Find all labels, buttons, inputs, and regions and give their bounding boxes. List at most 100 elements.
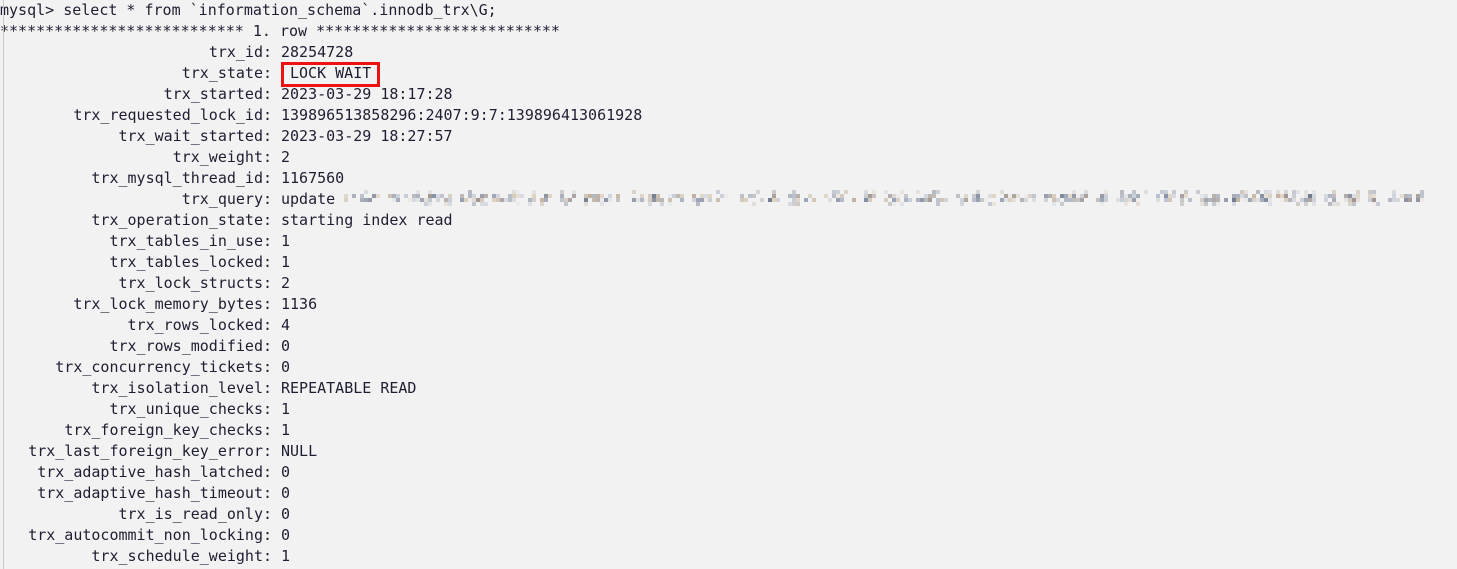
field-row-trx-adaptive-hash-latched: trx_adaptive_hash_latched: 0 bbox=[0, 462, 1457, 483]
field-label: trx_tables_in_use bbox=[109, 232, 263, 250]
field-colon: : bbox=[263, 274, 282, 292]
field-value: 0 bbox=[281, 337, 291, 355]
field-colon: : bbox=[263, 526, 282, 544]
field-row-trx-rows-locked: trx_rows_locked: 4 bbox=[0, 315, 1457, 336]
field-row-trx-query: trx_query: update bbox=[0, 189, 1457, 210]
field-row-trx-state: trx_state: LOCK WAIT bbox=[0, 61, 1457, 87]
field-value: 2023-03-29 18:27:57 bbox=[281, 127, 453, 145]
field-row-trx-lock-structs: trx_lock_structs: 2 bbox=[0, 273, 1457, 294]
field-row-trx-wait-started: trx_wait_started: 2023-03-29 18:27:57 bbox=[0, 126, 1457, 147]
field-colon: : bbox=[263, 127, 282, 145]
field-label: trx_isolation_level bbox=[91, 379, 263, 397]
left-frame-rule bbox=[3, 0, 4, 569]
field-row-trx-adaptive-hash-timeout: trx_adaptive_hash_timeout: 0 bbox=[0, 483, 1457, 504]
field-colon: : bbox=[263, 211, 282, 229]
field-row-trx-unique-checks: trx_unique_checks: 1 bbox=[0, 399, 1457, 420]
field-label: trx_query bbox=[181, 190, 263, 208]
field-row-trx-tables-in-use: trx_tables_in_use: 1 bbox=[0, 231, 1457, 252]
field-colon: : bbox=[263, 43, 282, 61]
field-label: trx_adaptive_hash_timeout bbox=[37, 484, 263, 502]
field-row-trx-isolation-level: trx_isolation_level: REPEATABLE READ bbox=[0, 378, 1457, 399]
field-value: 2 bbox=[281, 148, 291, 166]
field-value: starting index read bbox=[281, 211, 453, 229]
field-value: update bbox=[281, 190, 345, 208]
field-colon: : bbox=[263, 484, 282, 502]
field-row-trx-tables-locked: trx_tables_locked: 1 bbox=[0, 252, 1457, 273]
field-label: trx_rows_locked bbox=[127, 316, 263, 334]
field-row-trx-mysql-thread-id: trx_mysql_thread_id: 1167560 bbox=[0, 168, 1457, 189]
field-value: 2023-03-29 18:17:28 bbox=[281, 85, 453, 103]
field-label: trx_lock_memory_bytes bbox=[73, 295, 263, 313]
terminal-output: mysql> select * from `information_schema… bbox=[0, 0, 1457, 569]
field-label: trx_adaptive_hash_latched bbox=[37, 463, 263, 481]
field-label: trx_mysql_thread_id bbox=[91, 169, 263, 187]
mysql-prompt-line: mysql> select * from `information_schema… bbox=[0, 1, 497, 19]
field-label: trx_unique_checks bbox=[109, 400, 263, 418]
field-value: 0 bbox=[281, 526, 291, 544]
field-label: trx_state bbox=[181, 64, 263, 82]
field-colon: : bbox=[263, 169, 282, 187]
field-colon: : bbox=[263, 379, 282, 397]
field-row-trx-schedule-weight: trx_schedule_weight: 1 bbox=[0, 546, 1457, 567]
field-value: 0 bbox=[281, 484, 291, 502]
field-value: 1 bbox=[281, 547, 291, 565]
field-value: 1 bbox=[281, 232, 291, 250]
field-colon: : bbox=[263, 400, 282, 418]
field-label: trx_operation_state bbox=[91, 211, 263, 229]
field-label: trx_foreign_key_checks bbox=[64, 421, 263, 439]
field-colon: : bbox=[263, 190, 282, 208]
row-separator-line: *************************** 1. row *****… bbox=[0, 22, 560, 40]
field-label: trx_is_read_only bbox=[118, 505, 264, 523]
field-label: trx_autocommit_non_locking bbox=[28, 526, 263, 544]
field-row-trx-foreign-key-checks: trx_foreign_key_checks: 1 bbox=[0, 420, 1457, 441]
field-row-trx-weight: trx_weight: 2 bbox=[0, 147, 1457, 168]
field-value: NULL bbox=[281, 442, 318, 460]
field-colon: : bbox=[263, 253, 282, 271]
field-value: 28254728 bbox=[281, 43, 354, 61]
field-row-trx-requested-lock-id: trx_requested_lock_id: 139896513858296:2… bbox=[0, 105, 1457, 126]
field-value: 4 bbox=[281, 316, 291, 334]
field-value: 2 bbox=[281, 274, 291, 292]
field-label: trx_schedule_weight bbox=[91, 547, 263, 565]
field-row-list: trx_id: 28254728 trx_state: LOCK WAIT trx_… bbox=[0, 42, 1457, 567]
field-row-trx-last-foreign-key-error: trx_last_foreign_key_error: NULL bbox=[0, 441, 1457, 462]
field-colon: : bbox=[263, 421, 282, 439]
field-colon: : bbox=[263, 148, 282, 166]
field-colon: : bbox=[263, 358, 282, 376]
field-row-trx-autocommit-non-locking: trx_autocommit_non_locking: 0 bbox=[0, 525, 1457, 546]
field-colon: : bbox=[263, 295, 282, 313]
field-value: 1167560 bbox=[281, 169, 345, 187]
field-colon: : bbox=[263, 547, 282, 565]
redacted-query-text bbox=[344, 190, 1425, 207]
field-label: trx_last_foreign_key_error bbox=[28, 442, 263, 460]
field-colon: : bbox=[263, 64, 282, 82]
field-row-trx-id: trx_id: 28254728 bbox=[0, 42, 1457, 63]
field-colon: : bbox=[263, 106, 282, 124]
field-colon: : bbox=[263, 337, 282, 355]
field-row-trx-is-read-only: trx_is_read_only: 0 bbox=[0, 504, 1457, 525]
field-label: trx_rows_modified bbox=[109, 337, 263, 355]
lock-wait-highlight-box: LOCK WAIT bbox=[281, 61, 381, 87]
field-colon: : bbox=[263, 85, 282, 103]
field-label: trx_requested_lock_id bbox=[73, 106, 263, 124]
field-colon: : bbox=[263, 442, 282, 460]
field-colon: : bbox=[263, 232, 282, 250]
field-value: REPEATABLE READ bbox=[281, 379, 417, 397]
field-label: trx_started bbox=[163, 85, 263, 103]
field-label: trx_concurrency_tickets bbox=[55, 358, 263, 376]
field-row-trx-rows-modified: trx_rows_modified: 0 bbox=[0, 336, 1457, 357]
field-value: 1 bbox=[281, 400, 291, 418]
field-label: trx_lock_structs bbox=[118, 274, 264, 292]
field-value: 1 bbox=[281, 421, 291, 439]
field-label: trx_id bbox=[208, 43, 263, 61]
field-value: 0 bbox=[281, 505, 291, 523]
field-colon: : bbox=[263, 505, 282, 523]
field-colon: : bbox=[263, 316, 282, 334]
field-label: trx_tables_locked bbox=[109, 253, 263, 271]
field-colon: : bbox=[263, 463, 282, 481]
field-value: 0 bbox=[281, 358, 291, 376]
field-value: 1136 bbox=[281, 295, 318, 313]
field-row-trx-operation-state: trx_operation_state: starting index read bbox=[0, 210, 1457, 231]
field-value: 0 bbox=[281, 463, 291, 481]
field-label: trx_weight bbox=[172, 148, 263, 166]
